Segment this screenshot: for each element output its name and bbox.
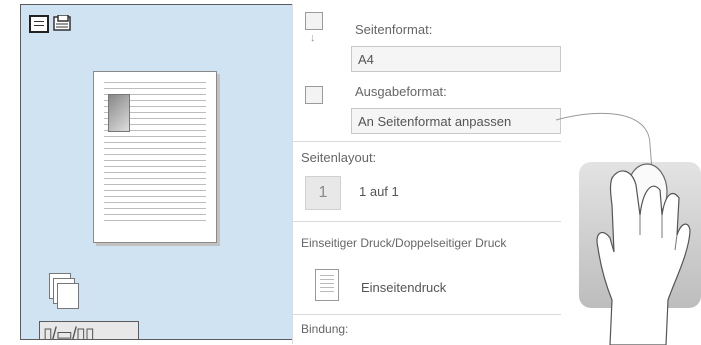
output-format-select[interactable]: An Seitenformat anpassen (351, 108, 561, 134)
arrow-down-icon: ↓ (310, 32, 316, 44)
duplex-value[interactable]: Einseitendruck (361, 280, 446, 295)
output-format-label: Ausgabeformat: (355, 84, 447, 99)
binding-layout-icons[interactable]: ▯/▭/▯▯ (39, 321, 139, 339)
divider (293, 141, 561, 142)
page-layout-value[interactable]: 1 auf 1 (359, 184, 399, 199)
single-sided-print-icon (315, 269, 339, 301)
page-preview-pane: ▯/▭/▯▯ (20, 4, 292, 340)
output-format-icon (305, 86, 323, 104)
divider (293, 314, 561, 315)
copies-icon[interactable] (49, 273, 79, 309)
duplex-label: Einseitiger Druck/Doppelseitiger Druck (301, 236, 507, 250)
page-format-select[interactable]: A4 (351, 46, 561, 72)
page-format-icon (305, 12, 323, 30)
print-settings-pane: ↓ Seitenformat: A4 Ausgabeformat: An Sei… (292, 4, 561, 344)
view-toggle-group (29, 13, 81, 39)
page-preview-thumbnail (93, 71, 217, 243)
divider (293, 221, 561, 222)
page-layout-label: Seitenlayout: (301, 150, 377, 165)
binding-label: Bindung: (301, 322, 349, 336)
preview-image-placeholder (108, 94, 130, 132)
page-format-label: Seitenformat: (355, 22, 433, 37)
single-page-view-icon[interactable] (29, 15, 49, 33)
mouse-pad-graphic (579, 162, 701, 308)
printer-view-icon[interactable] (53, 14, 73, 33)
page-layout-icon: 1 (305, 176, 341, 210)
